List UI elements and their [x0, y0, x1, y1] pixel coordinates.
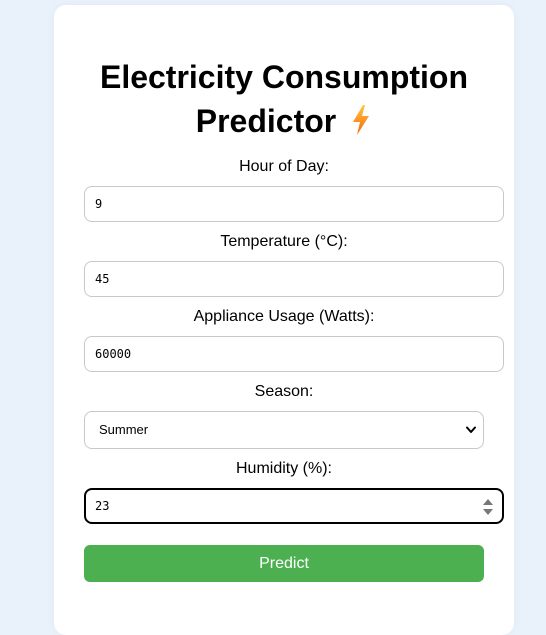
title-line-2: Predictor: [195, 103, 337, 139]
hour-input[interactable]: 9: [84, 186, 504, 222]
humidity-input[interactable]: 23: [84, 488, 504, 524]
number-spinner-icon[interactable]: [482, 498, 494, 516]
appliance-value: 60000: [95, 347, 132, 361]
temperature-label: Temperature (°C):: [220, 233, 348, 250]
appliance-input[interactable]: 60000: [84, 336, 504, 372]
humidity-label: Humidity (%):: [235, 460, 332, 477]
temperature-input[interactable]: 45: [84, 261, 504, 297]
lightning-bolt-icon: [353, 105, 370, 135]
hour-value: 9: [95, 197, 103, 211]
appliance-label: Appliance Usage (Watts):: [193, 308, 375, 325]
temperature-value: 45: [95, 272, 110, 286]
season-label: Season:: [254, 383, 314, 400]
page-title: Electricity Consumption Predictor: [54, 55, 514, 143]
season-value: Summer: [99, 422, 149, 437]
predict-button[interactable]: Predict: [84, 545, 484, 582]
hour-label: Hour of Day:: [239, 158, 329, 175]
chevron-down-icon: [466, 426, 476, 433]
title-line-1: Electricity Consumption: [99, 59, 469, 95]
humidity-value: 23: [95, 499, 110, 513]
season-select[interactable]: Summer: [84, 411, 484, 449]
predictor-card: Electricity Consumption Predictor Hour o…: [54, 5, 514, 635]
